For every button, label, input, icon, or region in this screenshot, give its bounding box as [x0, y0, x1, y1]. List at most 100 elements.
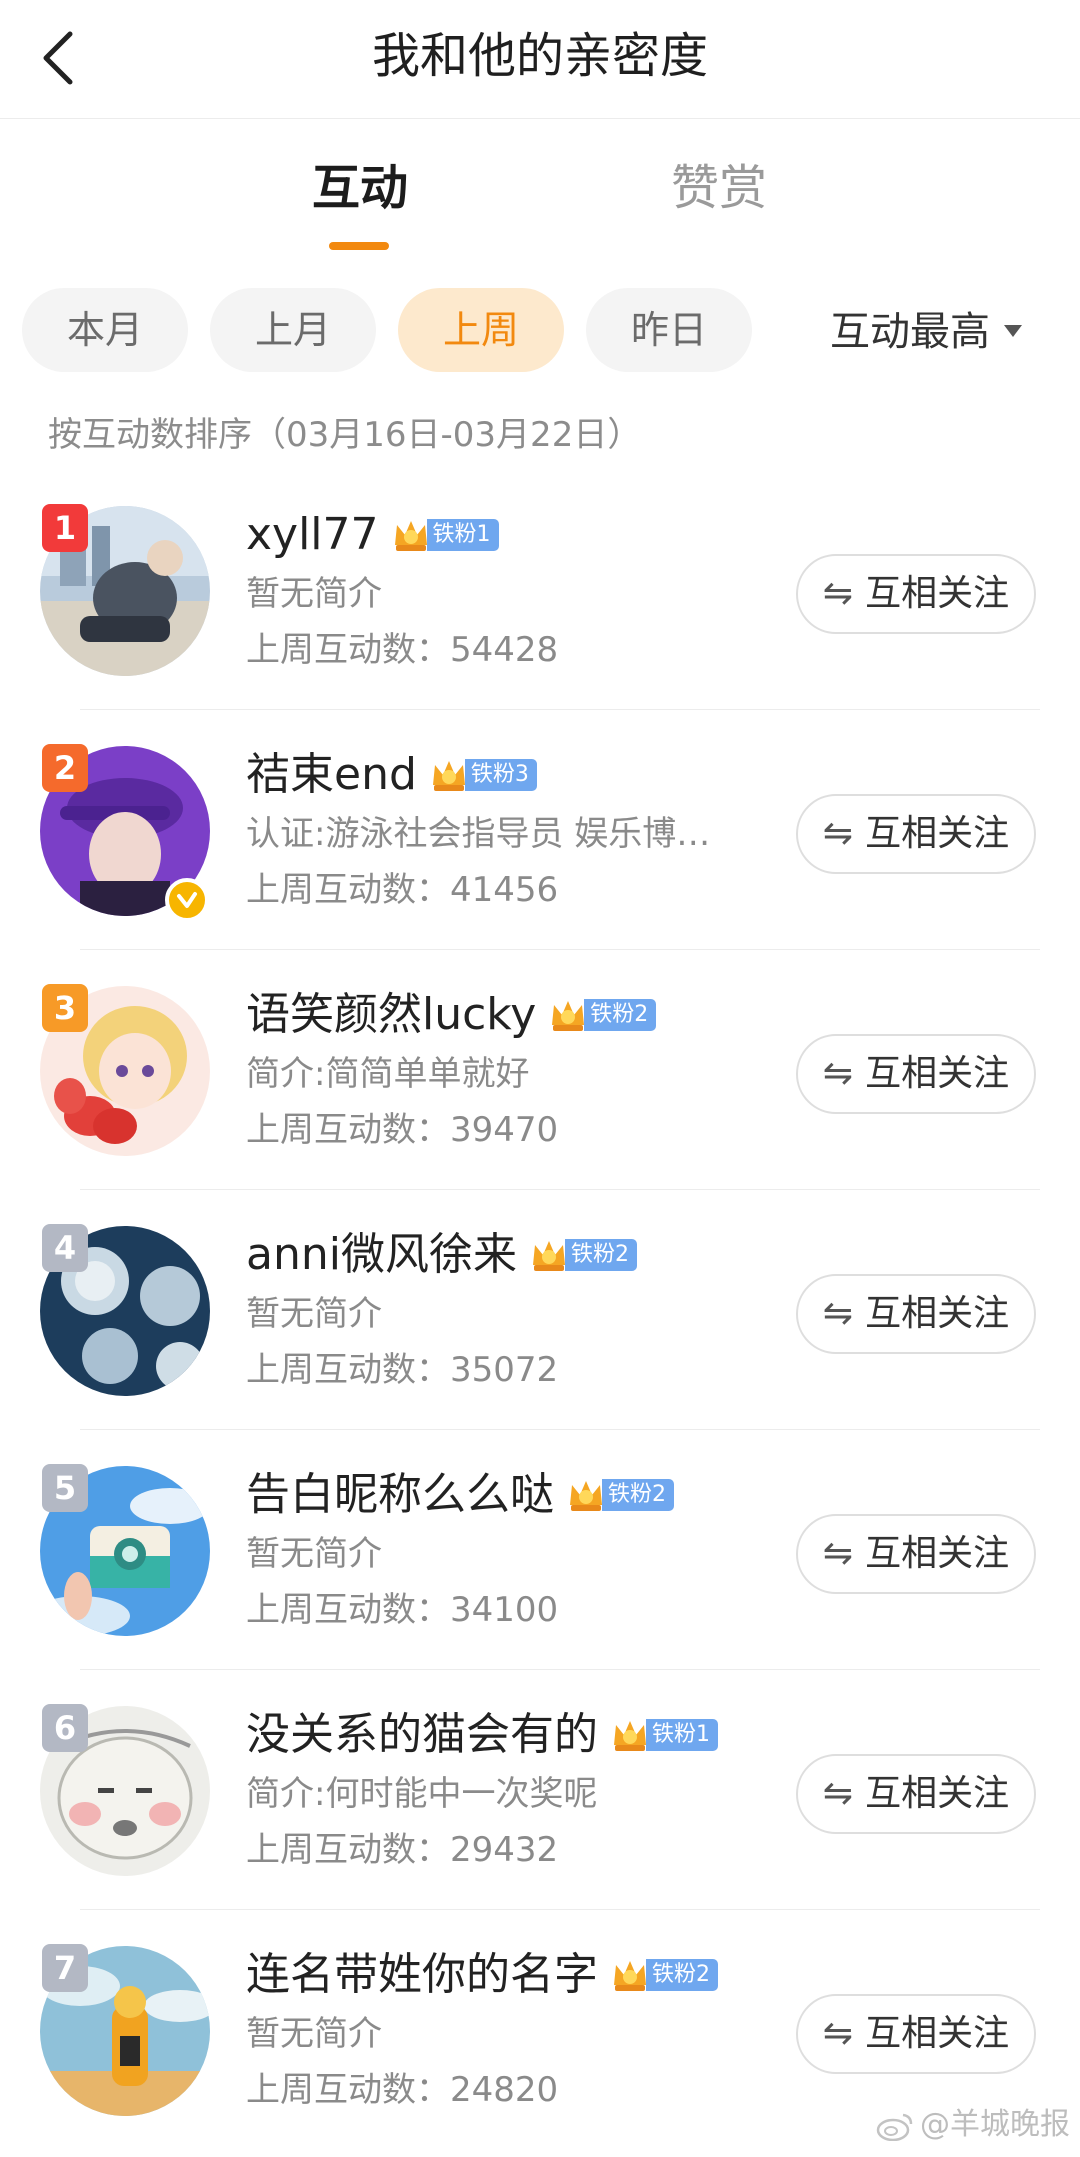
list-item[interactable]: 1 xyll77 铁粉1 暂无简介 上周互动数：54428 ⇋ 互相关注 — [0, 470, 1080, 710]
mutual-follow-button[interactable]: ⇋ 互相关注 — [796, 1994, 1036, 2074]
interaction-count-value: 39470 — [450, 1110, 559, 1150]
user-info: 告白昵称么么哒 铁粉2 暂无简介 上周互动数：34100 — [246, 1464, 786, 1638]
tab-reward[interactable]: 赞赏 — [671, 156, 767, 220]
user-bio: 暂无简介 — [246, 1534, 382, 1574]
user-bio: 简介:何时能中一次奖呢 — [246, 1774, 598, 1814]
tab-interaction[interactable]: 互动 — [312, 156, 408, 220]
interaction-count-label: 上周互动数： — [246, 870, 450, 910]
interaction-count-label: 上周互动数： — [246, 1830, 450, 1870]
interaction-count-label: 上周互动数： — [246, 1110, 450, 1150]
crown-icon — [532, 1241, 565, 1271]
mutual-arrows-icon: ⇋ — [822, 1773, 854, 1814]
interaction-count-label: 上周互动数： — [246, 630, 450, 670]
verified-icon — [165, 878, 209, 922]
list-item[interactable]: 4 anni微风徐来 铁粉2 暂无简介 上周互动数：35072 ⇋ 互相关注 — [0, 1190, 1080, 1430]
user-ranking-list: 1 xyll77 铁粉1 暂无简介 上周互动数：54428 ⇋ 互相关注 2 祮… — [0, 470, 1080, 2150]
crown-icon — [432, 761, 465, 791]
mutual-follow-button[interactable]: ⇋ 互相关注 — [796, 1754, 1036, 1834]
interaction-count-value: 34100 — [450, 1590, 559, 1630]
page-title: 我和他的亲密度 — [371, 28, 708, 84]
interaction-count-value: 54428 — [450, 630, 559, 670]
mutual-arrows-icon: ⇋ — [822, 1533, 854, 1574]
crown-icon — [614, 1961, 646, 1991]
interaction-count: 上周互动数：24820 — [246, 2062, 786, 2118]
user-bio: 暂无简介 — [246, 574, 382, 614]
crown-icon — [570, 1481, 602, 1511]
filter-last-week[interactable]: 上周 — [398, 288, 564, 372]
user-info: anni微风徐来 铁粉2 暂无简介 上周互动数：35072 — [246, 1224, 786, 1398]
user-info: xyll77 铁粉1 暂无简介 上周互动数：54428 — [246, 504, 786, 678]
mutual-follow-button[interactable]: ⇋ 互相关注 — [796, 1034, 1036, 1114]
sort-dropdown[interactable]: 互动最高 — [830, 300, 1022, 364]
fan-level-badge: 铁粉2 — [548, 995, 657, 1035]
interaction-count-label: 上周互动数： — [246, 1590, 450, 1630]
caret-down-icon — [1004, 325, 1022, 337]
user-name[interactable]: xyll77 — [246, 504, 379, 566]
interaction-count-label: 上周互动数： — [246, 2070, 450, 2110]
filter-last-month[interactable]: 上月 — [210, 288, 376, 372]
user-info: 没关系的猫会有的 铁粉1 简介:何时能中一次奖呢 上周互动数：29432 — [246, 1704, 786, 1878]
top-nav-bar: 我和他的亲密度 — [0, 0, 1080, 119]
interaction-count: 上周互动数：39470 — [246, 1102, 786, 1158]
interaction-count-value: 24820 — [450, 2070, 559, 2110]
follow-label: 互相关注 — [865, 2013, 1010, 2054]
fan-level-badge: 铁粉2 — [566, 1475, 674, 1515]
mutual-arrows-icon: ⇋ — [822, 1053, 854, 1094]
list-item[interactable]: 6 没关系的猫会有的 铁粉1 简介:何时能中一次奖呢 上周互动数：29432 ⇋… — [0, 1670, 1080, 1910]
list-item[interactable]: 5 告白昵称么么哒 铁粉2 暂无简介 上周互动数：34100 ⇋ 互相关注 — [0, 1430, 1080, 1670]
sort-label: 互动最高 — [830, 309, 990, 355]
list-item[interactable]: 3 语笑颜然lucky 铁粉2 简介:简简单单就好 上周互动数：39470 ⇋ 互… — [0, 950, 1080, 1190]
user-info: 语笑颜然lucky 铁粉2 简介:简简单单就好 上周互动数：39470 — [246, 984, 786, 1158]
fan-level-label: 铁粉1 — [646, 1719, 718, 1751]
mutual-follow-button[interactable]: ⇋ 互相关注 — [796, 794, 1036, 874]
mutual-follow-button[interactable]: ⇋ 互相关注 — [796, 1274, 1036, 1354]
interaction-count: 上周互动数：35072 — [246, 1342, 786, 1398]
rank-badge: 4 — [42, 1224, 88, 1272]
user-name[interactable]: 告白昵称么么哒 — [246, 1464, 554, 1526]
user-name[interactable]: 连名带姓你的名字 — [246, 1944, 598, 2006]
filter-this-month[interactable]: 本月 — [22, 288, 188, 372]
fan-level-label: 铁粉2 — [602, 1479, 674, 1511]
rank-badge: 2 — [42, 744, 88, 792]
mutual-follow-button[interactable]: ⇋ 互相关注 — [796, 554, 1036, 634]
interaction-count-value: 29432 — [450, 1830, 559, 1870]
fan-level-label: 铁粉2 — [584, 999, 657, 1031]
crown-icon — [614, 1721, 646, 1751]
sort-description: 按互动数排序（03月16日-03月22日） — [48, 415, 642, 455]
user-info: 祮束end 铁粉3 认证:游泳社会指导员 娱乐博… 上周互动数：41456 — [246, 744, 786, 918]
active-tab-indicator — [329, 242, 389, 250]
follow-label: 互相关注 — [865, 573, 1010, 614]
user-bio: 认证:游泳社会指导员 娱乐博… — [246, 814, 711, 854]
filter-yesterday[interactable]: 昨日 — [586, 288, 752, 372]
mutual-arrows-icon: ⇋ — [822, 1293, 854, 1334]
interaction-count: 上周互动数：41456 — [246, 862, 786, 918]
fan-level-badge: 铁粉1 — [610, 1715, 718, 1755]
crown-icon — [552, 1001, 585, 1031]
interaction-count: 上周互动数：54428 — [246, 622, 786, 678]
user-bio: 暂无简介 — [246, 1294, 382, 1334]
fan-level-label: 铁粉2 — [564, 1239, 637, 1271]
rank-badge: 3 — [42, 984, 88, 1032]
fan-level-label: 铁粉3 — [464, 759, 537, 791]
crown-icon — [394, 521, 427, 551]
rank-badge: 7 — [42, 1944, 88, 1992]
watermark-text: @羊城晚报 — [920, 2107, 1070, 2142]
interaction-count: 上周互动数：34100 — [246, 1582, 786, 1638]
fan-level-badge: 铁粉2 — [529, 1235, 637, 1275]
fan-level-label: 铁粉2 — [646, 1959, 718, 1991]
follow-label: 互相关注 — [865, 813, 1010, 854]
interaction-count-value: 41456 — [450, 870, 559, 910]
follow-label: 互相关注 — [865, 1053, 1010, 1094]
user-name[interactable]: 没关系的猫会有的 — [246, 1704, 598, 1766]
fan-level-badge: 铁粉2 — [610, 1955, 718, 1995]
user-name[interactable]: anni微风徐来 — [246, 1224, 517, 1286]
user-name[interactable]: 祮束end — [246, 744, 417, 806]
user-name[interactable]: 语笑颜然lucky — [246, 984, 536, 1046]
rank-badge: 5 — [42, 1464, 88, 1512]
mutual-follow-button[interactable]: ⇋ 互相关注 — [796, 1514, 1036, 1594]
follow-label: 互相关注 — [865, 1773, 1010, 1814]
list-item[interactable]: 2 祮束end 铁粉3 认证:游泳社会指导员 娱乐博… 上周互动数：41456 — [0, 710, 1080, 950]
interaction-count: 上周互动数：29432 — [246, 1822, 786, 1878]
interaction-count-value: 35072 — [450, 1350, 559, 1390]
mutual-arrows-icon: ⇋ — [822, 813, 854, 854]
